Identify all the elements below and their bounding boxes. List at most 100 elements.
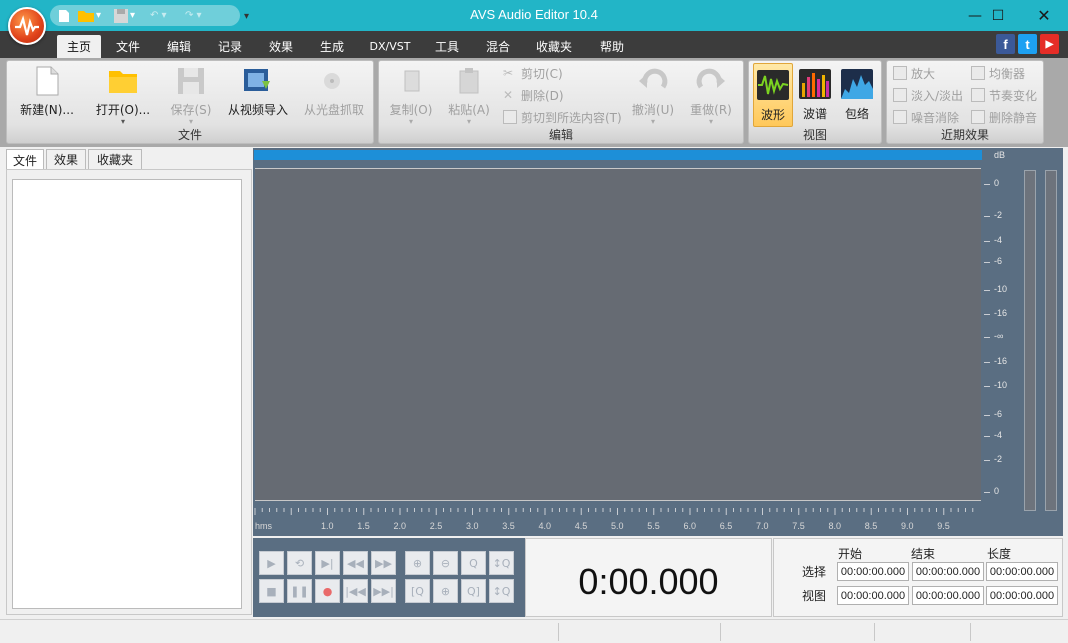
- save-button-label: 保存(S): [170, 103, 212, 117]
- zoom-in-icon[interactable]: ⊕: [405, 551, 430, 575]
- redo-button[interactable]: 重做(R) ▾: [685, 65, 737, 127]
- paste-button[interactable]: 粘贴(A) ▾: [441, 65, 497, 127]
- delete-button[interactable]: ✕ 删除(D): [503, 85, 564, 105]
- envelope-view-button[interactable]: 包络: [837, 63, 877, 127]
- amplify-button[interactable]: 放大: [893, 63, 935, 83]
- fade-in-out-button[interactable]: 淡入/淡出: [893, 85, 963, 105]
- open-button[interactable]: 打开(O)... ▾: [87, 65, 159, 127]
- recent-effects-group: 放大 均衡器 淡入/淡出 节奏变化 噪音消除 删除静音 近期效果: [886, 60, 1044, 144]
- panel-tab-files[interactable]: 文件: [6, 149, 44, 170]
- zoom-to-selection-icon[interactable]: [Q: [405, 579, 430, 603]
- vertical-zoom-out-icon[interactable]: ↕Q: [489, 579, 514, 603]
- selection-start-field[interactable]: 00:00:00.000: [837, 562, 909, 581]
- db-scale-label: -6: [994, 409, 1003, 419]
- tab-tools[interactable]: 工具: [425, 35, 469, 58]
- tab-effects[interactable]: 效果: [259, 35, 303, 58]
- zoom-100-icon[interactable]: Q: [461, 551, 486, 575]
- fast-forward-icon[interactable]: ▶▶: [371, 551, 396, 575]
- panel-tab-favorites[interactable]: 收藏夹: [88, 149, 142, 169]
- twitter-icon[interactable]: t: [1018, 34, 1037, 54]
- zoom-fit-icon[interactable]: ⊕: [433, 579, 458, 603]
- view-start-field[interactable]: 00:00:00.000: [837, 586, 909, 605]
- ruler-tick-label: 8.0: [828, 521, 842, 531]
- ruler-tick-label: 7.5: [792, 521, 805, 531]
- timeline-overview-bar[interactable]: [254, 150, 982, 160]
- paste-button-label: 粘贴(A): [448, 103, 490, 117]
- waveform-editor: hms 1.0 1.5 2.0 2.5 3.0 3.5 4.0 4.5 5.0 5.5 6.0 6.5…: [253, 148, 1063, 536]
- db-scale-label: -4: [994, 430, 1003, 440]
- tab-generate[interactable]: 生成: [310, 35, 354, 58]
- undo-arrow-icon: [637, 65, 669, 97]
- zoom-selection-end-icon[interactable]: Q]: [461, 579, 486, 603]
- waveform-area[interactable]: [255, 168, 981, 501]
- open-folder-icon: [107, 65, 139, 97]
- close-icon[interactable]: ✕: [1021, 0, 1067, 31]
- app-window: ▾ ▾ ↶ ▾ ↷ ▾ ▾ AVS Audio Editor 10.4 — ☐ …: [0, 0, 1068, 643]
- tempo-change-button[interactable]: 节奏变化: [971, 85, 1037, 105]
- spectrum-view-button[interactable]: 波谱: [795, 63, 835, 127]
- tab-mix[interactable]: 混合: [476, 35, 520, 58]
- cut-button[interactable]: ✂ 剪切(C): [503, 63, 563, 83]
- view-group: 波形 波谱 包络 视图: [748, 60, 882, 144]
- delete-silence-button[interactable]: 删除静音: [971, 107, 1037, 127]
- time-ruler[interactable]: hms 1.0 1.5 2.0 2.5 3.0 3.5 4.0 4.5 5.0 5.5 6.0 6.5…: [253, 508, 981, 536]
- equalizer-button[interactable]: 均衡器: [971, 63, 1025, 83]
- loop-play-icon[interactable]: ⟲: [287, 551, 312, 575]
- import-from-video-label: 从视频导入: [227, 103, 288, 117]
- play-icon[interactable]: ▶: [259, 551, 284, 575]
- amplify-icon: [893, 66, 907, 80]
- maximize-icon[interactable]: ☐: [975, 0, 1021, 31]
- db-scale-label: -10: [994, 380, 1008, 390]
- undo-button[interactable]: 撤消(U) ▾: [627, 65, 679, 127]
- length-header: 长度: [987, 547, 1012, 561]
- rewind-icon[interactable]: ◀◀: [343, 551, 368, 575]
- tab-help[interactable]: 帮助: [590, 35, 634, 58]
- tab-favorites[interactable]: 收藏夹: [528, 35, 580, 58]
- db-tick: [984, 436, 990, 437]
- view-length-field[interactable]: 00:00:00.000: [986, 586, 1058, 605]
- db-scale-label: -16: [994, 356, 1008, 366]
- crop-label: 剪切到所选内容(T): [521, 110, 622, 125]
- crop-to-selection-button[interactable]: 剪切到所选内容(T): [503, 107, 622, 127]
- vertical-zoom-in-icon[interactable]: ↕Q: [489, 551, 514, 575]
- window-title: AVS Audio Editor 10.4: [470, 7, 598, 22]
- tab-edit[interactable]: 编辑: [157, 35, 201, 58]
- save-disk-icon: [175, 65, 207, 97]
- zoom-out-icon[interactable]: ⊖: [433, 551, 458, 575]
- view-end-field[interactable]: 00:00:00.000: [912, 586, 984, 605]
- pause-icon[interactable]: ❚❚: [287, 579, 312, 603]
- tab-record[interactable]: 记录: [208, 35, 252, 58]
- panel-tab-effects[interactable]: 效果: [46, 149, 86, 169]
- tab-home[interactable]: 主页: [57, 35, 101, 58]
- current-time-display: 0:00.000: [578, 561, 719, 602]
- ruler-tick-label: 3.5: [502, 521, 515, 531]
- play-to-end-icon[interactable]: ▶|: [315, 551, 340, 575]
- file-list[interactable]: [12, 179, 242, 609]
- fade-label: 淡入/淡出: [911, 88, 964, 103]
- stop-icon[interactable]: ■: [259, 579, 284, 603]
- facebook-icon[interactable]: f: [996, 34, 1015, 54]
- file-group: 新建(N)... 打开(O)... ▾ 保存(S) ▾ 从视频导入 从光盘抓取 …: [6, 60, 374, 144]
- go-to-start-icon[interactable]: |◀◀: [343, 579, 368, 603]
- tab-dxvst[interactable]: DX/VST: [364, 35, 416, 58]
- rip-cd-button[interactable]: 从光盘抓取: [299, 65, 369, 127]
- selection-length-field[interactable]: 00:00:00.000: [986, 562, 1058, 581]
- save-button[interactable]: 保存(S) ▾: [163, 65, 219, 127]
- noise-removal-button[interactable]: 噪音消除: [893, 107, 959, 127]
- tab-file[interactable]: 文件: [106, 35, 150, 58]
- record-icon[interactable]: ●: [315, 579, 340, 603]
- file-group-label: 文件: [177, 128, 202, 142]
- new-button[interactable]: 新建(N)...: [11, 65, 83, 127]
- ruler-tick-label: 6.0: [683, 521, 697, 531]
- waveform-view-button[interactable]: 波形: [753, 63, 793, 127]
- import-from-video-button[interactable]: 从视频导入: [223, 65, 293, 127]
- crop-icon: [503, 110, 517, 124]
- go-to-end-icon[interactable]: ▶▶|: [371, 579, 396, 603]
- delete-label: 删除(D): [521, 88, 564, 103]
- copy-button[interactable]: 复制(O) ▾: [383, 65, 439, 127]
- youtube-icon[interactable]: ▶: [1040, 34, 1059, 54]
- selection-end-field[interactable]: 00:00:00.000: [912, 562, 984, 581]
- status-bar: [0, 619, 1068, 643]
- app-logo-button[interactable]: [8, 7, 46, 45]
- db-tick: [984, 184, 990, 185]
